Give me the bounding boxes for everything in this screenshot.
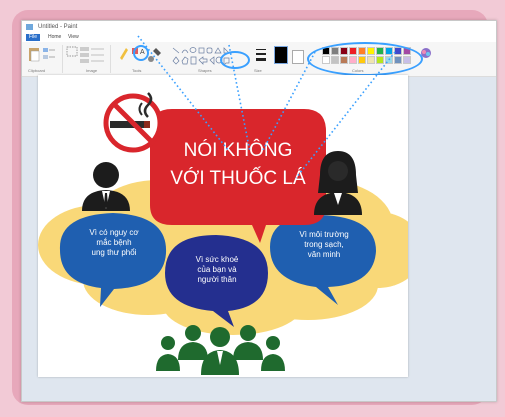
center-bubble-text: Vì sức khoẻ của bạn và người thân (195, 255, 239, 284)
cut-copy-icon[interactable] (42, 46, 56, 64)
group-tools-label: Tools (132, 68, 142, 73)
right-bubble-text: Vì môi trường trong sạch, văn minh (299, 230, 349, 259)
paste-icon[interactable] (28, 46, 40, 62)
size-icon[interactable] (254, 46, 268, 64)
group-shapes-label: Shapes (198, 68, 212, 73)
color2-swatch[interactable] (292, 50, 304, 64)
ribbon-separator (110, 45, 111, 73)
paint-app-icon (26, 24, 33, 30)
size-highlight (220, 51, 250, 69)
tab-home[interactable]: Home (48, 33, 61, 42)
ribbon: Clipboard Image A Tools Shapes Size Colo… (22, 42, 496, 77)
ribbon-tabs: File Home View (22, 33, 496, 42)
title-bar: Untitled - Paint (22, 21, 496, 33)
ribbon-separator (62, 45, 63, 73)
palette-highlight (307, 42, 423, 76)
image-tools-icon[interactable] (66, 46, 106, 66)
left-bubble-text: Vì có nguy cơ mắc bệnh ung thư phổi (89, 228, 139, 257)
headline-line-1: NÓI KHÔNG (183, 140, 293, 161)
drawing-canvas[interactable]: NÓI KHÔNG VỚI THUỐC LÁ Vì có nguy cơ mắc… (38, 75, 408, 377)
tab-view[interactable]: View (68, 33, 79, 42)
tab-file[interactable]: File (26, 34, 40, 41)
text-tool-highlight (133, 45, 149, 61)
color1-swatch[interactable] (274, 46, 288, 64)
group-size-label: Size (254, 68, 262, 73)
poster-artwork (38, 92, 408, 375)
headline-line-2: VỚI THUỐC LÁ (170, 168, 306, 189)
group-clipboard-label: Clipboard (28, 68, 46, 73)
people-group-icon (156, 325, 285, 375)
group-image-label: Image (86, 68, 98, 73)
window-title: Untitled - Paint (38, 24, 78, 30)
